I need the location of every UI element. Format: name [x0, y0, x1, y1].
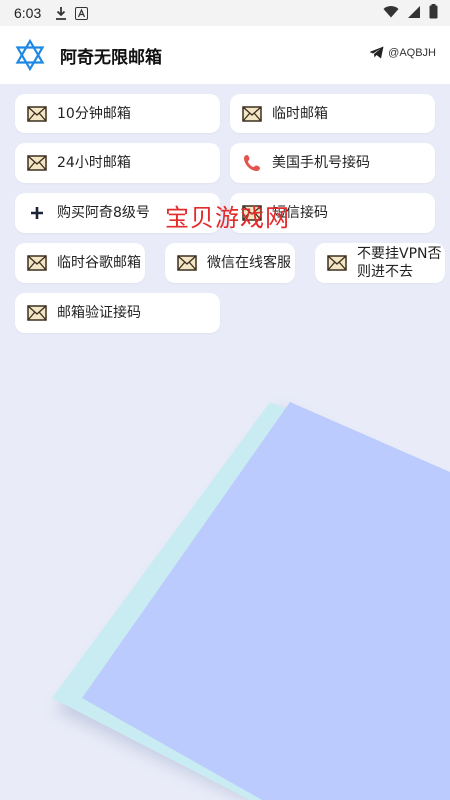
status-bar: 6:03: [0, 0, 450, 26]
menu-item-temp-mail[interactable]: 临时邮箱: [230, 94, 435, 133]
envelope-icon: [27, 155, 47, 171]
menu-item-label: 微信在线客服: [207, 255, 291, 271]
menu-item-24h-mail[interactable]: 24小时邮箱: [15, 143, 220, 183]
menu-item-mail-verify[interactable]: 邮箱验证接码: [15, 293, 220, 333]
menu-item-label: 临时邮箱: [272, 105, 328, 122]
menu-item-label: 邮箱验证接码: [57, 305, 141, 321]
envelope-icon: [242, 105, 262, 122]
menu-item-wechat-support[interactable]: 微信在线客服: [165, 243, 295, 283]
menu-item-label: 临时谷歌邮箱: [57, 255, 141, 271]
menu-item-buy-qq-level8[interactable]: 购买阿奇8级号: [15, 193, 220, 233]
envelope-icon: [27, 255, 47, 271]
star-of-david-icon: [15, 39, 45, 71]
menu-item-us-phone-sms[interactable]: 美国手机号接码: [230, 143, 435, 183]
menu-item-sms-verify[interactable]: 短信接码: [230, 193, 435, 233]
plus-icon: [31, 207, 43, 219]
wifi-icon: [383, 6, 399, 18]
telegram-link[interactable]: @AQBJH: [369, 46, 436, 59]
telegram-icon: [369, 46, 384, 59]
menu-item-label: 24小时邮箱: [57, 155, 131, 171]
signal-icon: [408, 5, 420, 18]
menu-item-label: 购买阿奇8级号: [57, 205, 150, 221]
envelope-icon: [242, 205, 262, 221]
menu-item-label: 短信接码: [272, 205, 328, 221]
envelope-icon: [27, 105, 47, 122]
status-time: 6:03: [14, 5, 42, 21]
envelope-icon: [27, 305, 47, 321]
menu-item-temp-gmail[interactable]: 临时谷歌邮箱: [15, 243, 145, 283]
menu-item-label: 不要挂VPN否则进不去: [357, 246, 442, 280]
envelope-icon: [177, 255, 197, 271]
download-icon: [56, 7, 67, 20]
font-badge-icon: [75, 6, 89, 20]
menu-item-no-vpn[interactable]: 不要挂VPN否则进不去: [315, 243, 445, 283]
app-title: 阿奇无限邮箱: [60, 47, 162, 68]
background-decoration: [52, 402, 450, 800]
menu-item-10min-mail[interactable]: 10分钟邮箱: [15, 94, 220, 133]
envelope-icon: [327, 255, 347, 271]
phone-icon: [244, 155, 260, 171]
menu-item-label: 10分钟邮箱: [57, 105, 131, 122]
battery-icon: [429, 4, 438, 19]
telegram-handle: @AQBJH: [388, 46, 436, 59]
app-bar: 阿奇无限邮箱 @AQBJH: [0, 26, 450, 84]
menu-item-label: 美国手机号接码: [272, 155, 370, 171]
